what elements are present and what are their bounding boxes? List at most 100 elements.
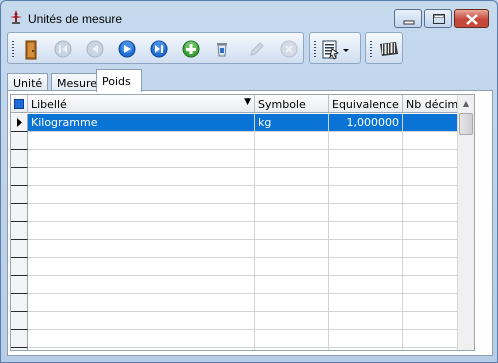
empty-cell[interactable] <box>255 186 329 203</box>
table-row[interactable]: Kilogramme kg 1,000000 3 <box>11 114 474 132</box>
empty-cell[interactable] <box>255 132 329 149</box>
column-header-symbole[interactable]: Symbole <box>255 95 329 113</box>
row-header[interactable] <box>11 240 28 258</box>
cell-libelle[interactable]: Kilogramme <box>28 114 255 131</box>
empty-row[interactable] <box>11 150 474 168</box>
row-header[interactable] <box>11 150 28 168</box>
vertical-scrollbar[interactable]: ▲ <box>457 95 474 350</box>
maximize-button[interactable] <box>424 9 452 28</box>
empty-row[interactable] <box>11 330 474 348</box>
empty-cell[interactable] <box>28 204 255 221</box>
row-header[interactable] <box>11 258 28 276</box>
empty-cell[interactable] <box>329 276 403 293</box>
add-record-icon[interactable] <box>182 40 200 58</box>
row-header[interactable] <box>11 186 28 204</box>
tab-poids[interactable]: Poids <box>96 69 142 92</box>
row-header[interactable] <box>11 312 28 330</box>
empty-cell[interactable] <box>28 168 255 185</box>
row-header[interactable] <box>11 276 28 294</box>
empty-cell[interactable] <box>329 222 403 239</box>
empty-cell[interactable] <box>28 312 255 329</box>
toolbar-grip[interactable] <box>12 41 14 59</box>
empty-cell[interactable] <box>28 348 255 350</box>
empty-row[interactable] <box>11 132 474 150</box>
empty-row[interactable] <box>11 204 474 222</box>
toolbar-grip[interactable] <box>314 41 316 59</box>
empty-cell[interactable] <box>255 348 329 350</box>
empty-cell[interactable] <box>28 240 255 257</box>
exit-door-icon[interactable] <box>22 40 40 60</box>
column-header-label: Equivalence <box>332 98 399 111</box>
empty-cell[interactable] <box>28 276 255 293</box>
row-header[interactable] <box>11 204 28 222</box>
row-header[interactable] <box>11 168 28 186</box>
toolbar <box>7 31 493 65</box>
empty-cell[interactable] <box>329 330 403 347</box>
row-header[interactable] <box>11 294 28 312</box>
empty-cell[interactable] <box>28 258 255 275</box>
empty-cell[interactable] <box>329 348 403 350</box>
delete-record-icon[interactable] <box>213 40 231 58</box>
empty-cell[interactable] <box>255 294 329 311</box>
cancel-icon[interactable] <box>280 40 298 58</box>
column-header-equivalence[interactable]: Equivalence <box>329 95 403 113</box>
empty-cell[interactable] <box>28 150 255 167</box>
first-record-icon[interactable] <box>54 40 72 58</box>
empty-cell[interactable] <box>329 132 403 149</box>
empty-cell[interactable] <box>255 312 329 329</box>
empty-cell[interactable] <box>255 258 329 275</box>
empty-cell[interactable] <box>329 258 403 275</box>
select-all-corner[interactable] <box>11 95 28 113</box>
empty-cell[interactable] <box>329 312 403 329</box>
empty-row[interactable] <box>11 168 474 186</box>
last-record-icon[interactable] <box>150 40 168 58</box>
empty-cell[interactable] <box>329 186 403 203</box>
report-dropdown-icon[interactable] <box>322 40 352 60</box>
scroll-thumb[interactable] <box>459 113 473 135</box>
next-record-icon[interactable] <box>118 40 136 58</box>
cell-equivalence[interactable]: 1,000000 <box>329 114 403 131</box>
empty-row[interactable] <box>11 186 474 204</box>
edit-pencil-icon[interactable] <box>248 40 266 58</box>
empty-row[interactable] <box>11 240 474 258</box>
empty-cell[interactable] <box>329 294 403 311</box>
toolbar-grip[interactable] <box>370 41 372 59</box>
window: Unités de mesure Unité Mesure Poids Libe… <box>0 0 498 363</box>
empty-cell[interactable] <box>329 204 403 221</box>
cell-symbole[interactable]: kg <box>255 114 329 131</box>
empty-cell[interactable] <box>255 222 329 239</box>
empty-cell[interactable] <box>28 222 255 239</box>
empty-cell[interactable] <box>28 330 255 347</box>
empty-cell[interactable] <box>255 168 329 185</box>
empty-cell[interactable] <box>329 150 403 167</box>
row-header[interactable] <box>11 330 28 348</box>
empty-row[interactable] <box>11 222 474 240</box>
row-header[interactable] <box>11 132 28 150</box>
column-header-label: Libellé <box>31 98 67 111</box>
empty-row[interactable] <box>11 294 474 312</box>
previous-record-icon[interactable] <box>86 40 104 58</box>
empty-row[interactable] <box>11 312 474 330</box>
row-header[interactable] <box>11 348 28 350</box>
row-header[interactable] <box>11 114 28 132</box>
empty-cell[interactable] <box>255 276 329 293</box>
title-bar[interactable]: Unités de mesure <box>1 1 497 31</box>
barcode-icon[interactable] <box>378 40 400 58</box>
empty-cell[interactable] <box>28 132 255 149</box>
empty-cell[interactable] <box>255 150 329 167</box>
empty-cell[interactable] <box>329 168 403 185</box>
empty-cell[interactable] <box>255 240 329 257</box>
empty-cell[interactable] <box>255 204 329 221</box>
close-button[interactable] <box>454 9 489 28</box>
empty-row[interactable] <box>11 348 474 350</box>
empty-row[interactable] <box>11 276 474 294</box>
minimize-button[interactable] <box>394 9 422 28</box>
empty-cell[interactable] <box>28 186 255 203</box>
empty-cell[interactable] <box>28 294 255 311</box>
empty-row[interactable] <box>11 258 474 276</box>
empty-cell[interactable] <box>255 330 329 347</box>
row-header[interactable] <box>11 222 28 240</box>
empty-cell[interactable] <box>329 240 403 257</box>
column-header-libelle[interactable]: Libellé ▼ <box>28 95 255 113</box>
scroll-up-icon[interactable]: ▲ <box>458 95 474 112</box>
